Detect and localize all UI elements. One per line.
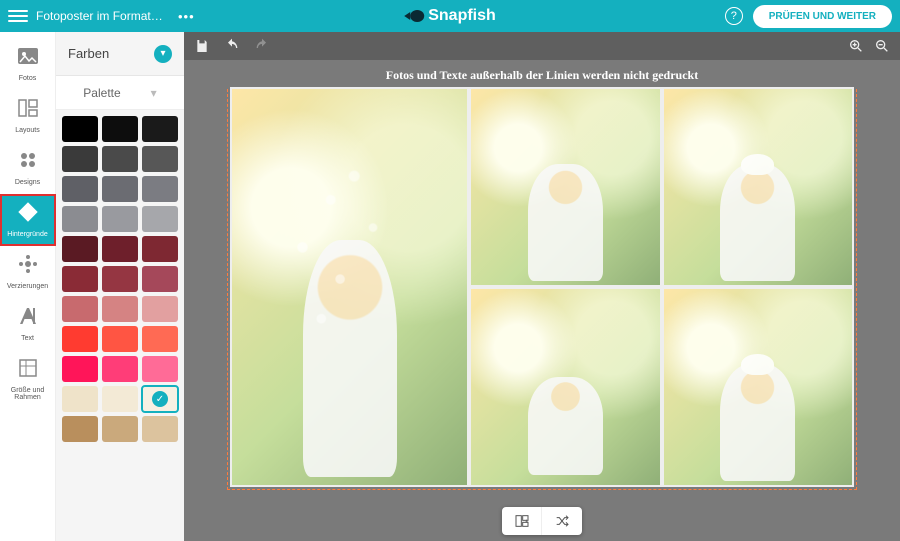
color-swatch[interactable]: [142, 176, 178, 202]
text-icon: [16, 304, 40, 333]
poster-collage[interactable]: [230, 87, 854, 487]
color-swatch[interactable]: [102, 206, 138, 232]
color-swatch[interactable]: [142, 206, 178, 232]
tool-label: Verzierungen: [7, 283, 48, 290]
photo-slot[interactable]: [664, 289, 853, 485]
color-swatch[interactable]: [102, 326, 138, 352]
palette-dropdown[interactable]: Palette ▾: [56, 76, 184, 110]
tool-layouts[interactable]: Layouts: [0, 90, 56, 142]
review-continue-button[interactable]: PRÜFEN UND WEITER: [753, 5, 892, 28]
designs-icon: [16, 148, 40, 177]
tool-label: Designs: [15, 179, 40, 186]
tool-designs[interactable]: Designs: [0, 142, 56, 194]
color-swatch[interactable]: [62, 416, 98, 442]
panel-header: Farben ▾: [56, 32, 184, 76]
farben-panel: Farben ▾ Palette ▾: [56, 32, 184, 541]
size-frame-icon: [16, 356, 40, 385]
brand-name: Snapfish: [428, 7, 496, 25]
zoom-in-icon[interactable]: [848, 38, 864, 54]
color-swatch[interactable]: [62, 176, 98, 202]
tool-label: Text: [21, 335, 34, 342]
color-swatch[interactable]: [102, 176, 138, 202]
color-swatch[interactable]: [102, 356, 138, 382]
chevron-down-icon: ▾: [151, 86, 157, 100]
tool-verzierungen[interactable]: Verzierungen: [0, 246, 56, 298]
color-swatch[interactable]: [62, 386, 98, 412]
color-swatch[interactable]: [142, 326, 178, 352]
project-title[interactable]: Fotoposter im Format 3…: [36, 9, 166, 23]
autofill-icon[interactable]: [502, 507, 542, 535]
tool-fotos[interactable]: Fotos: [0, 38, 56, 90]
tool-label: Hintergründe: [7, 231, 47, 238]
photo-slot[interactable]: [664, 89, 853, 285]
color-swatch[interactable]: [102, 236, 138, 262]
color-swatch[interactable]: [142, 296, 178, 322]
color-swatch[interactable]: [142, 236, 178, 262]
photos-icon: [16, 44, 40, 73]
color-swatch[interactable]: [102, 416, 138, 442]
color-swatch[interactable]: [142, 386, 178, 412]
color-swatch[interactable]: [142, 116, 178, 142]
canvas-quick-actions: [502, 507, 582, 535]
bleed-hint: Fotos und Texte außerhalb der Linien wer…: [184, 60, 900, 87]
panel-title: Farben: [68, 46, 109, 61]
photo-slot[interactable]: [232, 89, 467, 485]
shuffle-icon[interactable]: [542, 507, 582, 535]
color-swatch[interactable]: [102, 296, 138, 322]
color-swatch[interactable]: [62, 116, 98, 142]
zoom-out-icon[interactable]: [874, 38, 890, 54]
menu-icon[interactable]: [8, 6, 28, 26]
decorations-icon: [16, 252, 40, 281]
tool-groesse-rahmen[interactable]: Größe und Rahmen: [0, 350, 56, 409]
color-swatch[interactable]: [102, 116, 138, 142]
color-swatch[interactable]: [102, 386, 138, 412]
fish-icon: [404, 10, 424, 22]
save-icon[interactable]: [194, 38, 210, 54]
app-header: Fotoposter im Format 3… ••• Snapfish ? P…: [0, 0, 900, 32]
photo-slot[interactable]: [471, 89, 660, 285]
backgrounds-icon: [16, 200, 40, 229]
canvas-area: Fotos und Texte außerhalb der Linien wer…: [184, 32, 900, 541]
palette-title: Palette: [83, 86, 120, 100]
canvas-toolbar: [184, 32, 900, 60]
color-swatch[interactable]: [62, 206, 98, 232]
color-swatch[interactable]: [142, 146, 178, 172]
color-swatch[interactable]: [62, 326, 98, 352]
tool-rail: Fotos Layouts Designs Hintergründe Verzi…: [0, 32, 56, 541]
tool-label: Fotos: [19, 75, 37, 82]
color-swatch[interactable]: [142, 266, 178, 292]
color-swatch[interactable]: [62, 356, 98, 382]
color-swatch[interactable]: [62, 296, 98, 322]
photo-slot[interactable]: [471, 289, 660, 485]
color-swatch[interactable]: [62, 146, 98, 172]
color-swatch[interactable]: [142, 356, 178, 382]
color-swatch[interactable]: [102, 146, 138, 172]
color-swatch[interactable]: [102, 266, 138, 292]
color-swatch[interactable]: [62, 266, 98, 292]
undo-icon[interactable]: [224, 38, 240, 54]
layouts-icon: [16, 96, 40, 125]
more-icon[interactable]: •••: [174, 9, 199, 24]
tool-hintergruende[interactable]: Hintergründe: [0, 194, 56, 246]
swatch-grid: [56, 110, 184, 541]
color-swatch[interactable]: [62, 236, 98, 262]
redo-icon: [254, 38, 270, 54]
tool-label: Layouts: [15, 127, 40, 134]
color-swatch[interactable]: [142, 416, 178, 442]
brand-logo[interactable]: Snapfish: [404, 7, 496, 25]
tool-label: Größe und Rahmen: [0, 387, 56, 401]
collapse-icon[interactable]: ▾: [154, 45, 172, 63]
help-icon[interactable]: ?: [725, 7, 743, 25]
tool-text[interactable]: Text: [0, 298, 56, 350]
